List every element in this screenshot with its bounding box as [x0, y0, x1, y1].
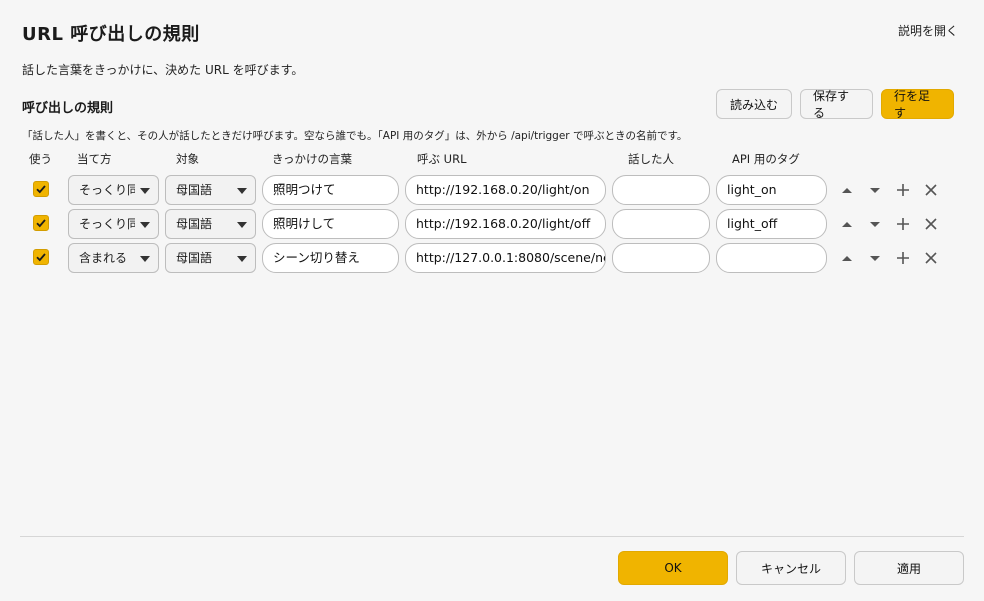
speaker-input[interactable] [612, 209, 710, 239]
use-checkbox[interactable] [33, 215, 49, 231]
speaker-input[interactable] [612, 243, 710, 273]
target-select[interactable]: 母国語 [165, 209, 256, 239]
move-down-icon[interactable] [867, 182, 883, 198]
target-select-value: 母国語 [176, 183, 213, 197]
phrase-input[interactable]: 照明けして [262, 209, 399, 239]
move-up-icon[interactable] [839, 182, 855, 198]
move-down-icon[interactable] [867, 250, 883, 266]
check-icon [36, 219, 46, 228]
url-input[interactable]: http://192.168.0.20/light/off [405, 209, 606, 239]
match-select[interactable]: そっくり同じ [68, 209, 159, 239]
phrase-input[interactable]: 照明つけて [262, 175, 399, 205]
move-up-icon[interactable] [839, 250, 855, 266]
chevron-down-icon [140, 222, 150, 228]
delete-row-icon[interactable] [923, 216, 939, 232]
column-header-url: 呼ぶ URL [417, 152, 467, 166]
chevron-down-icon [140, 256, 150, 262]
save-button[interactable]: 保存する [800, 89, 873, 120]
rule-row: そっくり同じ 母国語 照明けして http://192.168.0.20/lig… [0, 209, 984, 239]
check-icon [36, 253, 46, 262]
chevron-down-icon [140, 188, 150, 194]
target-select-value: 母国語 [176, 217, 213, 231]
use-checkbox[interactable] [33, 249, 49, 265]
move-down-icon[interactable] [867, 216, 883, 232]
footer-divider [20, 536, 964, 537]
add-row-button[interactable]: 行を足す [881, 89, 954, 120]
dialog-description: 話した言葉をきっかけに、決めた URL を呼びます。 [22, 63, 304, 77]
target-select[interactable]: 母国語 [165, 243, 256, 273]
delete-row-icon[interactable] [923, 182, 939, 198]
match-select[interactable]: そっくり同じ [68, 175, 159, 205]
column-header-speaker: 話した人 [628, 152, 674, 166]
add-row-icon[interactable] [895, 182, 911, 198]
url-input[interactable]: http://127.0.0.1:8080/scene/next [405, 243, 606, 273]
check-icon [36, 185, 46, 194]
add-row-icon[interactable] [895, 216, 911, 232]
tag-input[interactable]: light_on [716, 175, 827, 205]
chevron-down-icon [237, 256, 247, 262]
rules-section-title: 呼び出しの規則 [22, 101, 114, 116]
help-link[interactable]: 説明を開く [898, 22, 958, 39]
add-row-icon[interactable] [895, 250, 911, 266]
rules-toolbar: 読み込む 保存する 行を足す [716, 89, 954, 120]
ok-button[interactable]: OK [618, 551, 728, 585]
phrase-input[interactable]: シーン切り替え [262, 243, 399, 273]
tag-input[interactable] [716, 243, 827, 273]
column-header-use: 使う [29, 152, 52, 166]
match-select-value: 含まれる [79, 251, 128, 265]
apply-button[interactable]: 適用 [854, 551, 964, 585]
match-select[interactable]: 含まれる [68, 243, 159, 273]
column-header-tag: API 用のタグ [732, 152, 800, 166]
target-select-value: 母国語 [176, 251, 213, 265]
chevron-down-icon [237, 188, 247, 194]
target-select[interactable]: 母国語 [165, 175, 256, 205]
use-checkbox[interactable] [33, 181, 49, 197]
load-button[interactable]: 読み込む [716, 89, 792, 119]
delete-row-icon[interactable] [923, 250, 939, 266]
chevron-down-icon [237, 222, 247, 228]
column-header-match: 当て方 [77, 152, 112, 166]
column-header-target: 対象 [176, 152, 199, 166]
speaker-input[interactable] [612, 175, 710, 205]
url-input[interactable]: http://192.168.0.20/light/on [405, 175, 606, 205]
tag-input[interactable]: light_off [716, 209, 827, 239]
match-select-value: そっくり同じ [79, 217, 135, 231]
rules-hint: 「話した人」を書くと、その人が話したときだけ呼びます。空なら誰でも。「API 用… [22, 130, 688, 142]
match-select-value: そっくり同じ [79, 183, 135, 197]
rule-row: 含まれる 母国語 シーン切り替え http://127.0.0.1:8080/s… [0, 243, 984, 273]
dialog-title: URL 呼び出しの規則 [22, 24, 200, 45]
cancel-button[interactable]: キャンセル [736, 551, 846, 585]
rule-row: そっくり同じ 母国語 照明つけて http://192.168.0.20/lig… [0, 175, 984, 205]
column-header-phrase: きっかけの言葉 [272, 152, 353, 166]
move-up-icon[interactable] [839, 216, 855, 232]
